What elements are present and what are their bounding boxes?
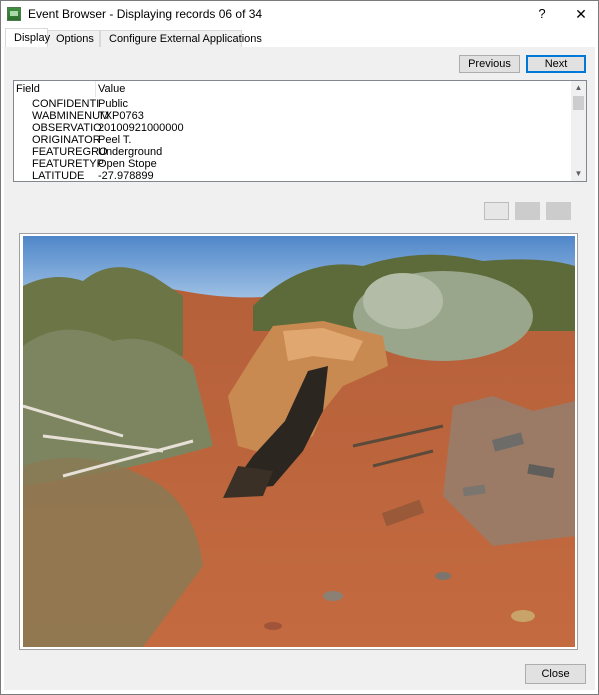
close-button[interactable]: Close: [525, 664, 586, 684]
value-cell: TXP0763: [98, 110, 144, 122]
window-title: Event Browser - Displaying records 06 of…: [28, 7, 263, 21]
field-cell: FEATUREGRO: [32, 146, 108, 158]
event-browser-window: Event Browser - Displaying records 06 of…: [0, 0, 599, 695]
scroll-down-icon[interactable]: ▼: [571, 167, 586, 181]
value-cell: -27.978899: [98, 170, 154, 182]
value-cell: Open Stope: [98, 158, 157, 170]
column-header-value[interactable]: Value: [98, 83, 125, 95]
title-bar: Event Browser - Displaying records 06 of…: [1, 1, 598, 27]
tab-configure-external-applications[interactable]: Configure External Applications: [100, 30, 262, 48]
value-cell: Peel T.: [98, 134, 132, 146]
next-button[interactable]: Next: [526, 55, 586, 73]
field-cell: ORIGINATOR: [32, 134, 101, 146]
field-cell: OBSERVATIO: [32, 122, 102, 134]
value-cell: Underground: [98, 146, 163, 158]
table-row[interactable]: ORIGINATOR Peel T.: [14, 134, 572, 146]
field-cell: LATITUDE: [32, 170, 85, 182]
table-row[interactable]: LATITUDE -27.978899: [14, 170, 572, 182]
table-row[interactable]: WABMINENUM TXP0763: [14, 110, 572, 122]
grid-vertical-scrollbar[interactable]: ▲ ▼: [571, 81, 586, 181]
table-row[interactable]: FEATURETYP Open Stope: [14, 158, 572, 170]
scroll-up-icon[interactable]: ▲: [571, 81, 586, 95]
previous-button[interactable]: Previous: [459, 55, 520, 73]
attribute-grid[interactable]: Field Value CONFIDENTI Public WABMINENUM…: [13, 80, 587, 182]
field-cell: FEATURETYP: [32, 158, 104, 170]
image-button-1[interactable]: [484, 202, 509, 220]
table-row[interactable]: CONFIDENTI Public: [14, 98, 572, 110]
image-button-2[interactable]: [515, 202, 540, 220]
column-divider: [95, 81, 96, 97]
display-panel: Previous Next Field Value CONFIDENTI Pub…: [4, 47, 595, 690]
column-header-field[interactable]: Field: [16, 83, 40, 95]
tab-display[interactable]: Display: [5, 28, 50, 49]
field-cell: CONFIDENTI: [32, 98, 100, 110]
app-icon: [7, 7, 21, 21]
tab-options[interactable]: Options: [47, 30, 100, 48]
grid-header: Field Value: [14, 81, 572, 97]
tab-strip: Options Configure External Applications …: [4, 28, 595, 49]
scroll-thumb[interactable]: [573, 96, 584, 110]
value-cell: 20100921000000: [98, 122, 184, 134]
photo-frame: [19, 233, 578, 650]
help-button[interactable]: ?: [531, 3, 553, 25]
window-close-button[interactable]: ✕: [568, 3, 594, 25]
table-row[interactable]: OBSERVATIO 20100921000000: [14, 122, 572, 134]
image-button-3[interactable]: [546, 202, 571, 220]
site-photo: [23, 236, 575, 647]
table-row[interactable]: FEATUREGRO Underground: [14, 146, 572, 158]
value-cell: Public: [98, 98, 128, 110]
